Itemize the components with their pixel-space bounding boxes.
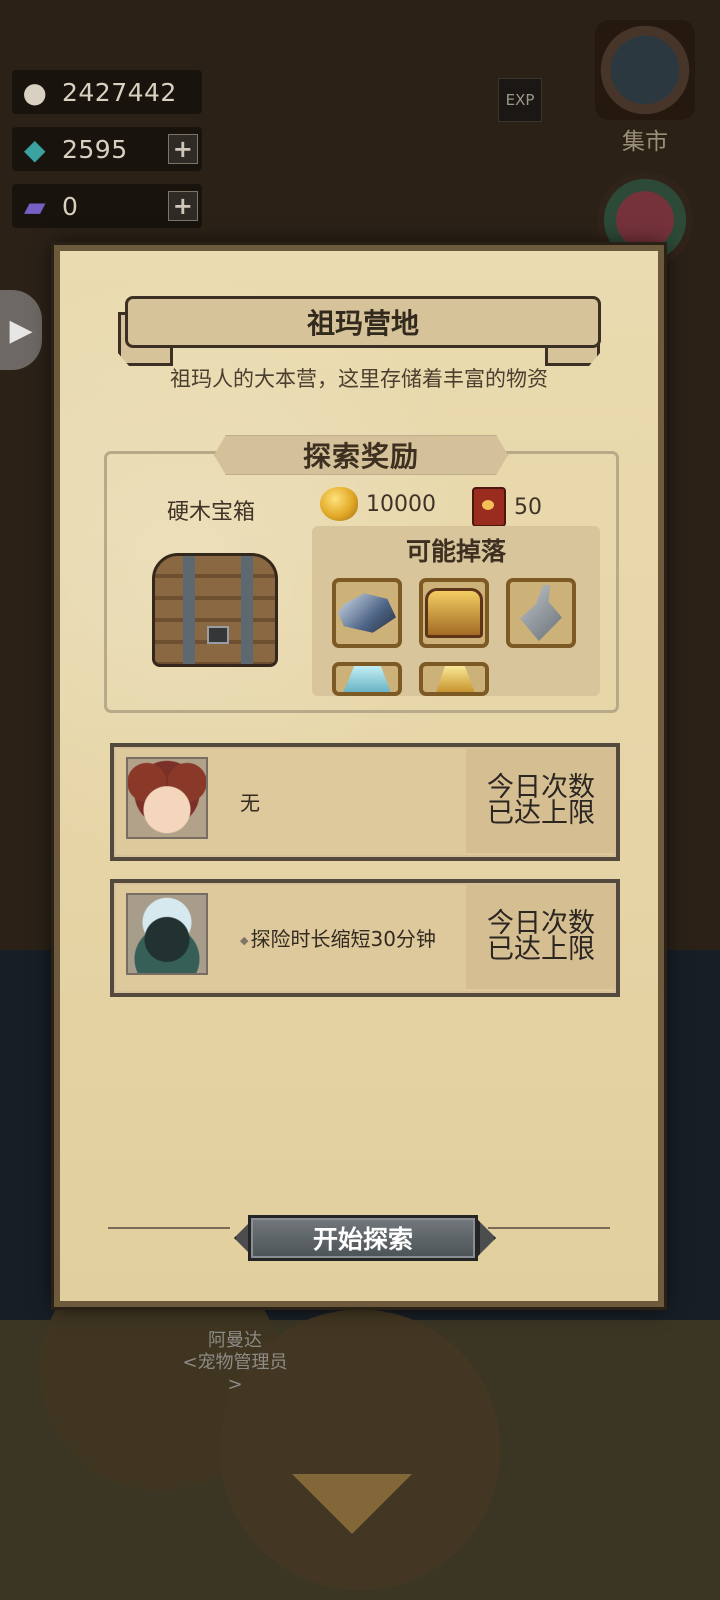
mouse-girl-avatar	[126, 757, 208, 839]
npc-role: <宠物管理员>	[182, 1352, 288, 1395]
card-resource: ▰ 0 +	[12, 184, 202, 228]
gold-drop-icon[interactable]	[419, 662, 489, 696]
add-card-button[interactable]: +	[168, 191, 198, 221]
dialog-title: 祖玛营地	[125, 296, 601, 348]
card-count: 0	[62, 191, 79, 221]
exp-icon[interactable]: EXP	[498, 78, 542, 122]
button-right-cap	[478, 1220, 496, 1256]
possible-drops-title: 可能掉落	[405, 537, 506, 566]
decorative-line-left	[108, 1227, 230, 1229]
shovel-drop-icon[interactable]	[506, 578, 576, 648]
start-explore-button[interactable]: 开始探索	[248, 1215, 478, 1261]
paw-book-icon	[472, 487, 506, 527]
book-reward-amount: 50	[514, 494, 542, 520]
gem-resource: ◆ 2595 +	[12, 127, 202, 171]
gold-ore-icon: ●	[22, 75, 48, 109]
hero-slot-mouse[interactable]: 无 今日次数 已达上限	[110, 743, 620, 861]
dialog-subtitle: 祖玛人的大本营，这里存储着丰富的物资	[170, 367, 548, 391]
add-gem-button[interactable]: +	[168, 134, 198, 164]
right-menu-icons: 集市	[590, 20, 700, 268]
gold-count: 2427442	[62, 77, 177, 107]
armored-knight-avatar	[126, 893, 208, 975]
reward-section-title: 探索奖励	[214, 435, 508, 475]
ore-drop-icon[interactable]	[332, 578, 402, 648]
crystal-drop-icon[interactable]	[332, 662, 402, 696]
teal-gem-icon: ◆	[23, 132, 47, 166]
gold-reward: 10000	[320, 487, 436, 521]
purple-card-icon: ▰	[23, 189, 47, 223]
gold-reward-amount: 10000	[366, 491, 436, 517]
daily-limit-status: 今日次数 已达上限	[466, 885, 616, 989]
npc-name: 阿曼达	[208, 1330, 262, 1351]
resource-bar: ● 2427442 ◆ 2595 + ▰ 0 +	[12, 70, 202, 241]
hero-description: 探险时长缩短30分钟	[240, 923, 435, 952]
hero-slot-knight[interactable]: 探险时长缩短30分钟 今日次数 已达上限	[110, 879, 620, 997]
daily-limit-status: 今日次数 已达上限	[466, 749, 616, 853]
gem-count: 2595	[62, 134, 128, 164]
treasure-chest-drop-icon[interactable]	[419, 578, 489, 648]
chest-name: 硬木宝箱	[167, 500, 256, 525]
wooden-chest-icon	[152, 553, 278, 667]
possible-drops-box: 可能掉落	[312, 526, 600, 696]
side-navigation-arrow[interactable]: ▶	[0, 290, 42, 370]
market-icon[interactable]	[595, 20, 695, 120]
zuma-camp-dialog: 祖玛营地 祖玛人的大本营，这里存储着丰富的物资 探索奖励 硬木宝箱 10000 …	[54, 245, 664, 1307]
npc-pet-manager-label: 阿曼达 <宠物管理员>	[180, 1330, 290, 1396]
decorative-line-right	[488, 1227, 610, 1229]
market-label: 集市	[622, 129, 668, 155]
hero-description: 无	[240, 791, 260, 815]
book-reward: 50	[472, 487, 542, 527]
gold-resource: ● 2427442	[12, 70, 202, 114]
gold-ore-icon	[320, 487, 358, 521]
